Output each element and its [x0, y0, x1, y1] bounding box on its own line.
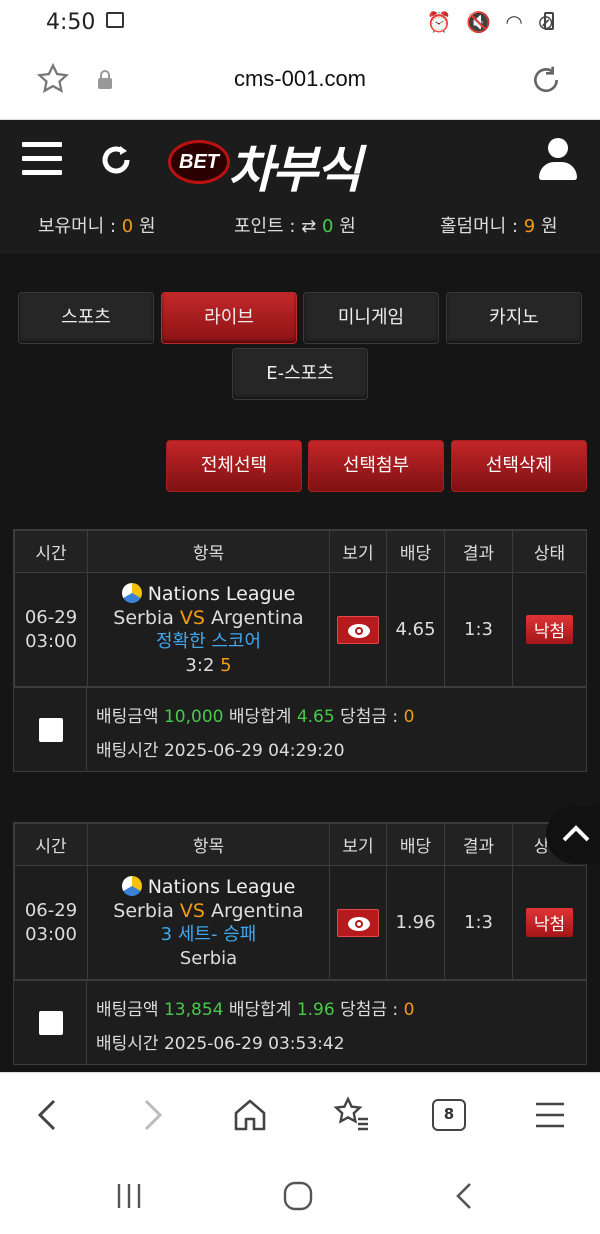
browser-toolbar: 8	[0, 1072, 600, 1158]
back-nav-icon[interactable]	[452, 1180, 478, 1212]
tab-live[interactable]: 라이브	[161, 292, 297, 344]
bet-checkbox[interactable]	[39, 718, 63, 742]
status-badge: 낙첨	[525, 908, 574, 937]
status-cell: 낙첨	[512, 572, 587, 687]
eye-icon	[348, 916, 370, 931]
refresh-icon[interactable]	[98, 142, 134, 178]
back-icon[interactable]	[34, 1097, 62, 1133]
bet-summary: 배팅금액 10,000 배당합계 4.65 당첨금 : 0 배팅시간 2025-…	[14, 687, 586, 772]
col-view: 보기	[329, 823, 387, 866]
points-balance: 포인트 : ⇄ 0 원	[234, 216, 356, 237]
site-header: BET 차부식 보유머니 : 0 원 포인트 : ⇄ 0 원 홀덤머니 : 9 …	[0, 120, 600, 254]
table-header-row: 시간 항목 보기 배당 결과 상태	[14, 823, 587, 866]
tab-minigame[interactable]: 미니게임	[303, 292, 439, 344]
user-icon[interactable]	[538, 138, 578, 180]
status-badge: 낙첨	[525, 615, 574, 644]
col-odds: 배당	[386, 823, 445, 866]
browser-menu-icon[interactable]	[534, 1099, 566, 1131]
eye-icon	[348, 623, 370, 638]
attach-selected-button[interactable]: 선택첨부	[308, 440, 444, 492]
view-cell	[329, 572, 387, 687]
col-view: 보기	[329, 530, 387, 573]
match-time: 06-29 03:00	[14, 572, 88, 687]
odds-value: 1.96	[386, 865, 445, 980]
scroll-to-top-button[interactable]	[546, 806, 600, 864]
odds-value: 4.65	[386, 572, 445, 687]
status-cell: 낙첨	[512, 865, 587, 980]
volleyball-icon	[121, 582, 142, 603]
col-time: 시간	[14, 530, 88, 573]
status-bar: 4:50 ⏰ 🔇 ◠ ⊘	[0, 0, 600, 44]
money-balance: 보유머니 : 0 원	[38, 216, 156, 237]
system-status-icons: ⏰ 🔇 ◠ ⊘	[426, 10, 558, 34]
forward-icon[interactable]	[138, 1097, 166, 1133]
bet-checkbox[interactable]	[39, 1011, 63, 1035]
url-text[interactable]: cms-001.com	[0, 66, 600, 92]
battery-icon	[544, 12, 554, 30]
bet-card: 시간 항목 보기 배당 결과 상태 06-2903:00 Nations Lea…	[13, 529, 587, 772]
col-result: 결과	[444, 823, 513, 866]
tab-casino[interactable]: 카지노	[446, 292, 582, 344]
col-result: 결과	[444, 530, 513, 573]
tab-esports[interactable]: E-스포츠	[232, 348, 368, 400]
market-name: 정확한 스코어	[155, 630, 262, 652]
table-header-row: 시간 항목 보기 배당 결과 상태	[14, 530, 587, 573]
chevron-up-icon	[562, 825, 590, 842]
logo-badge: BET	[168, 140, 230, 184]
col-odds: 배당	[386, 530, 445, 573]
match-item: Nations League Serbia VS Argentina 정확한 스…	[87, 572, 330, 687]
match-item: Nations League Serbia VS Argentina 3 세트-…	[87, 865, 330, 980]
market-name: 3 세트- 승패	[160, 923, 257, 945]
reload-icon[interactable]	[530, 64, 562, 96]
recent-apps-icon[interactable]	[114, 1182, 144, 1210]
gallery-icon	[106, 12, 124, 28]
view-eye-button[interactable]	[337, 908, 379, 937]
bet-card: 시간 항목 보기 배당 결과 상태 06-2903:00 Nations Lea…	[13, 822, 587, 1065]
table-row: 06-29 03:00 Nations League Serbia VS Arge…	[14, 572, 587, 687]
tabs-button[interactable]: 8	[432, 1099, 466, 1131]
col-item: 항목	[87, 530, 330, 573]
home-nav-icon[interactable]	[282, 1180, 314, 1212]
tab-count: 8	[443, 1105, 455, 1123]
volleyball-icon	[121, 875, 142, 896]
exchange-icon[interactable]: ⇄	[301, 216, 316, 237]
browser-url-bar: cms-001.com	[0, 44, 600, 120]
hamburger-menu-icon[interactable]	[22, 142, 62, 178]
tab-sports[interactable]: 스포츠	[18, 292, 154, 344]
table-row: 06-29 03:00 Nations League Serbia VS Arge…	[14, 865, 587, 980]
col-time: 시간	[14, 823, 88, 866]
delete-selected-button[interactable]: 선택삭제	[451, 440, 587, 492]
view-eye-button[interactable]	[337, 615, 379, 644]
bet-summary: 배팅금액 13,854 배당합계 1.96 당첨금 : 0 배팅시간 2025-…	[14, 980, 586, 1065]
bookmarks-icon[interactable]	[332, 1095, 370, 1133]
result-value: 1:3	[444, 865, 513, 980]
home-icon[interactable]	[232, 1097, 268, 1133]
select-all-button[interactable]: 전체선택	[166, 440, 302, 492]
holdem-balance: 홀덤머니 : 9 원	[440, 216, 558, 237]
site-logo[interactable]: BET 차부식	[168, 130, 418, 199]
view-cell	[329, 865, 387, 980]
logo-text: 차부식	[228, 141, 362, 199]
col-status: 상태	[512, 530, 587, 573]
match-time: 06-29 03:00	[14, 865, 88, 980]
col-item: 항목	[87, 823, 330, 866]
result-value: 1:3	[444, 572, 513, 687]
system-nav-bar	[0, 1158, 600, 1234]
status-time: 4:50	[46, 10, 96, 35]
